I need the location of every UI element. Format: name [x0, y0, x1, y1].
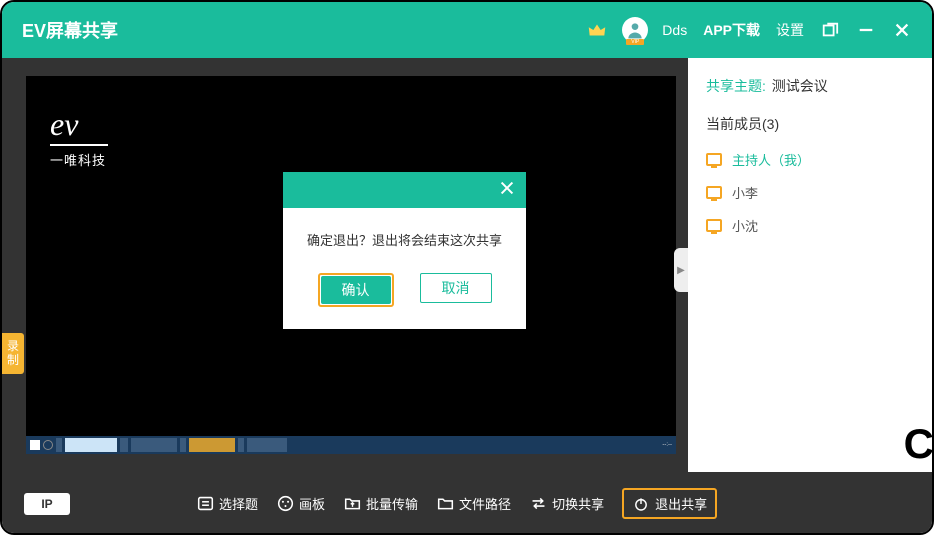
app-title: EV屏幕共享	[22, 17, 118, 43]
close-icon[interactable]	[892, 20, 912, 40]
select-topic-button[interactable]: 选择题	[196, 494, 258, 513]
monitor-icon	[706, 153, 722, 166]
bottom-toolbar: IP 选择题 画板 批量传输 文件路径 切换共享 退出共享	[2, 472, 932, 535]
settings-link[interactable]: 设置	[776, 20, 804, 40]
share-topic-value: 测试会议	[772, 78, 828, 94]
crown-icon[interactable]	[586, 19, 608, 41]
dialog-body: 确定退出？退出将会结束这次共享 确认 取消	[283, 208, 526, 329]
remote-time: --:--	[662, 442, 672, 448]
app-download-link[interactable]: APP下载	[703, 20, 760, 40]
file-path-button[interactable]: 文件路径	[436, 494, 511, 513]
folder-icon	[436, 495, 454, 513]
header-bar: EV屏幕共享 VIP Dds APP下载 设置	[2, 2, 932, 58]
members-title: 当前成员(3)	[706, 114, 914, 134]
share-topic-row: 共享主题: 测试会议	[706, 76, 914, 96]
dialog-close-icon[interactable]	[498, 179, 516, 201]
list-icon	[196, 495, 214, 513]
palette-icon	[276, 495, 294, 513]
member-row[interactable]: 小沈	[706, 216, 914, 235]
member-row[interactable]: 主持人（我）	[706, 150, 914, 169]
switch-share-button[interactable]: 切换共享	[529, 494, 604, 513]
window-icon[interactable]	[820, 20, 840, 40]
batch-transfer-button[interactable]: 批量传输	[343, 494, 418, 513]
dialog-header	[283, 172, 526, 208]
upload-folder-icon	[343, 495, 361, 513]
app-frame: EV屏幕共享 VIP Dds APP下载 设置 ev 一唯科技	[0, 0, 934, 535]
member-name: 主持人（我）	[732, 150, 810, 169]
ip-button[interactable]: IP	[24, 493, 70, 515]
monitor-icon	[706, 186, 722, 199]
search-icon	[43, 440, 53, 450]
confirm-dialog: 确定退出？退出将会结束这次共享 确认 取消	[283, 172, 526, 329]
start-icon	[30, 440, 40, 450]
decorative-letter: C	[904, 423, 934, 465]
exit-share-button[interactable]: 退出共享	[622, 488, 717, 519]
member-name: 小沈	[732, 216, 758, 235]
share-topic-label: 共享主题:	[706, 78, 766, 94]
avatar[interactable]: VIP	[622, 17, 648, 43]
record-tab[interactable]: 录制	[2, 333, 24, 374]
power-icon	[632, 495, 650, 513]
cancel-button[interactable]: 取消	[420, 273, 492, 303]
username-label[interactable]: Dds	[662, 22, 687, 38]
confirm-button[interactable]: 确认	[321, 276, 391, 304]
side-panel: ▶ 共享主题: 测试会议 当前成员(3) 主持人（我） 小李 小沈	[688, 58, 932, 472]
remote-taskbar: --:--	[26, 436, 676, 454]
monitor-icon	[706, 219, 722, 232]
drawboard-button[interactable]: 画板	[276, 494, 325, 513]
minimize-icon[interactable]	[856, 20, 876, 40]
member-row[interactable]: 小李	[706, 183, 914, 202]
logo-watermark: ev 一唯科技	[50, 108, 108, 169]
swap-icon	[529, 495, 547, 513]
member-name: 小李	[732, 183, 758, 202]
dialog-message: 确定退出？退出将会结束这次共享	[301, 230, 508, 249]
collapse-handle-icon[interactable]: ▶	[674, 248, 688, 292]
